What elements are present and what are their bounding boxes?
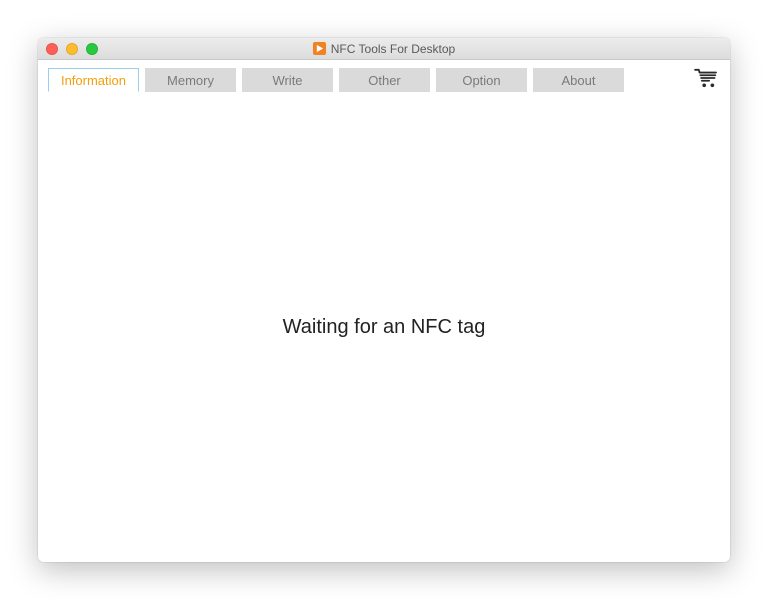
window-title: NFC Tools For Desktop: [331, 42, 455, 56]
close-window-button[interactable]: [46, 43, 58, 55]
minimize-window-button[interactable]: [66, 43, 78, 55]
app-window: NFC Tools For Desktop Information Memory…: [38, 38, 730, 562]
window-title-area: NFC Tools For Desktop: [38, 42, 730, 56]
tab-other[interactable]: Other: [339, 68, 430, 92]
tab-label: Information: [61, 73, 126, 88]
tab-memory[interactable]: Memory: [145, 68, 236, 92]
app-icon: [313, 42, 326, 55]
cart-icon: [694, 68, 718, 88]
tab-label: Other: [368, 73, 401, 88]
shop-button[interactable]: [692, 66, 720, 90]
tab-information[interactable]: Information: [48, 68, 139, 92]
tab-write[interactable]: Write: [242, 68, 333, 92]
traffic-lights: [46, 43, 98, 55]
tab-option[interactable]: Option: [436, 68, 527, 92]
tab-label: Memory: [167, 73, 214, 88]
status-message: Waiting for an NFC tag: [283, 316, 486, 339]
tab-label: Option: [462, 73, 500, 88]
tab-label: About: [562, 73, 596, 88]
content-area: Waiting for an NFC tag: [38, 92, 730, 562]
titlebar[interactable]: NFC Tools For Desktop: [38, 38, 730, 60]
tab-about[interactable]: About: [533, 68, 624, 92]
maximize-window-button[interactable]: [86, 43, 98, 55]
tab-bar: Information Memory Write Other Option Ab…: [38, 60, 730, 92]
tab-label: Write: [272, 73, 302, 88]
